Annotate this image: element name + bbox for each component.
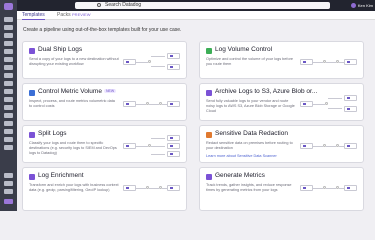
settings-icon[interactable] [4, 181, 13, 186]
nav-item-icon[interactable] [4, 105, 13, 110]
archive-icon [206, 90, 212, 96]
search-icon [97, 3, 101, 7]
datadog-logo-icon[interactable] [4, 3, 13, 10]
split-icon [29, 132, 35, 138]
user-menu[interactable]: Ken Kim [350, 2, 373, 9]
page-description: Create a pipeline using out-of-the-box t… [23, 27, 182, 33]
metrics-icon [206, 174, 212, 180]
pipeline-diagram [300, 175, 362, 202]
search-input[interactable]: Search Datadog [75, 2, 330, 9]
pipeline-diagram [300, 133, 362, 160]
template-card-log-volume[interactable]: Log Volume Control Optimize and control … [199, 41, 364, 79]
volume-icon [206, 48, 212, 54]
nav-item-icon[interactable] [4, 73, 13, 78]
nav-item-icon[interactable] [4, 57, 13, 62]
dual-ship-icon [29, 48, 35, 54]
template-card-archive-logs[interactable]: Archive Logs to S3, Azure Blob or... Sen… [199, 83, 364, 121]
enrich-icon [29, 174, 35, 180]
nav-item-icon[interactable] [4, 33, 13, 38]
template-card-generate-metrics[interactable]: Generate Metrics Track trends, gather in… [199, 167, 364, 211]
nav-item-icon[interactable] [4, 113, 13, 118]
pipeline-diagram [123, 49, 185, 76]
nav-item-icon[interactable] [4, 25, 13, 30]
pipeline-diagram [123, 175, 185, 202]
template-card-dual-ship[interactable]: Dual Ship Logs Send a copy of your logs … [22, 41, 187, 79]
user-avatar-icon[interactable] [4, 199, 13, 204]
pipeline-diagram [300, 49, 362, 76]
nav-item-icon[interactable] [4, 121, 13, 126]
pipeline-diagram [123, 91, 185, 118]
help-icon[interactable] [4, 189, 13, 194]
template-card-log-enrichment[interactable]: Log Enrichment Transform and enrich your… [22, 167, 187, 211]
nav-item-icon[interactable] [4, 97, 13, 102]
avatar [350, 3, 356, 9]
top-bar: Search Datadog Ken Kim [17, 0, 375, 11]
metric-icon [29, 90, 35, 96]
main-content: Create a pipeline using out-of-the-box t… [17, 20, 375, 211]
new-badge: NEW [103, 89, 117, 94]
nav-item-icon[interactable] [4, 137, 13, 142]
tab-templates[interactable]: Templates [22, 11, 45, 20]
nav-item-icon[interactable] [4, 145, 13, 150]
tab-bar: Templates Packs PREVIEW [17, 11, 375, 20]
redaction-icon [206, 132, 212, 138]
integrations-icon[interactable] [4, 173, 13, 178]
pipeline-diagram [123, 133, 185, 160]
pipeline-diagram [300, 91, 362, 118]
nav-item-icon[interactable] [4, 81, 13, 86]
nav-item-icon[interactable] [4, 89, 13, 94]
template-card-control-metric[interactable]: Control Metric Volume NEW Inspect, proces… [22, 83, 187, 121]
template-card-sensitive-data[interactable]: Sensitive Data Redaction Redact sensitiv… [199, 125, 364, 163]
nav-item-icon[interactable] [4, 17, 13, 22]
sidebar-nav [0, 0, 17, 211]
nav-item-icon[interactable] [4, 65, 13, 70]
template-card-split-logs[interactable]: Split Logs Classify your logs and route … [22, 125, 187, 163]
nav-item-icon[interactable] [4, 129, 13, 134]
learn-more-link[interactable]: Learn more about Sensitive Data Scanner [206, 154, 277, 158]
nav-item-icon[interactable] [4, 49, 13, 54]
tab-packs[interactable]: Packs PREVIEW [57, 11, 90, 19]
nav-item-icon[interactable] [4, 41, 13, 46]
